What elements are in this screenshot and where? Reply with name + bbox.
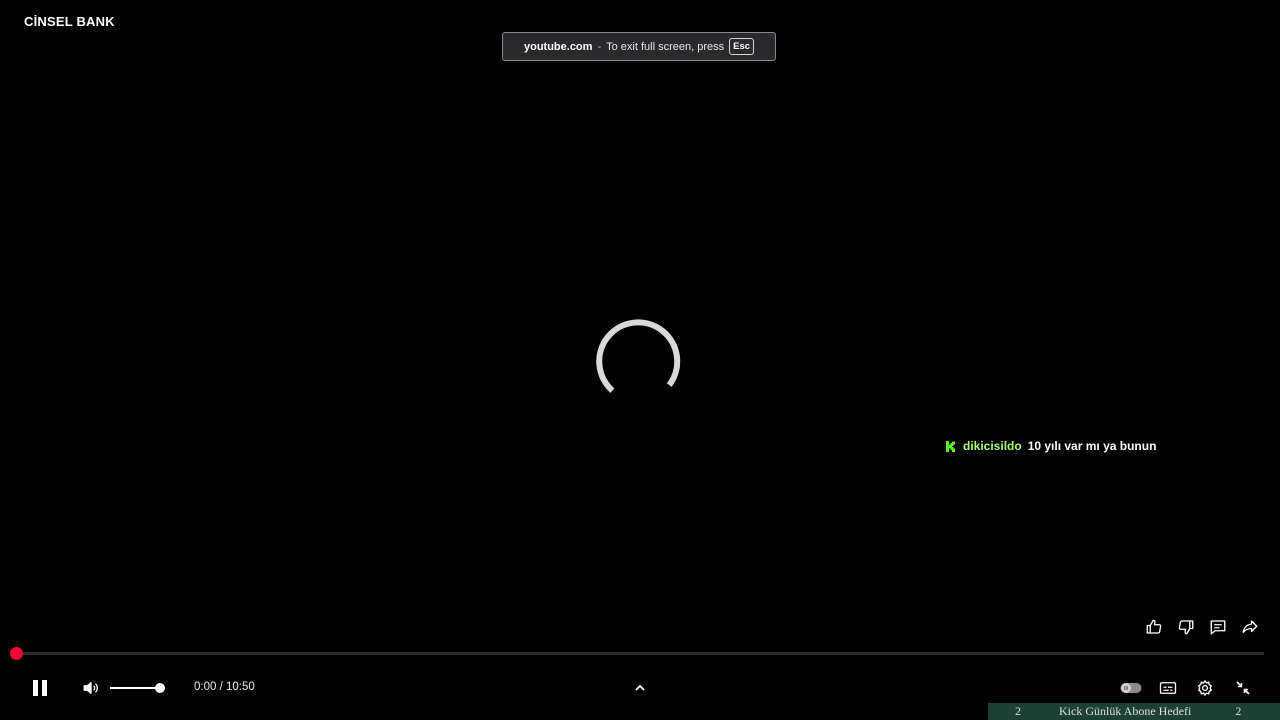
ticker-label: Kick Günlük Abone Hedefi xyxy=(1059,704,1192,718)
chat-username: dikicisildo xyxy=(963,439,1022,453)
mute-button[interactable] xyxy=(79,677,103,699)
share-icon[interactable] xyxy=(1238,616,1262,638)
autoplay-toggle-icon xyxy=(1120,683,1142,693)
chevron-up-icon xyxy=(635,684,645,691)
time-display: 0:00 / 10:50 xyxy=(194,681,255,693)
autoplay-toggle[interactable] xyxy=(1118,679,1144,697)
esc-key-badge: Esc xyxy=(729,38,755,55)
kick-icon xyxy=(946,440,955,452)
dislike-icon[interactable] xyxy=(1174,616,1198,638)
volume-slider[interactable] xyxy=(110,683,165,693)
chat-message-text: 10 yılı var mı ya bunun xyxy=(1027,439,1157,453)
progress-scrubber[interactable] xyxy=(10,647,23,660)
side-actions xyxy=(1142,616,1262,638)
like-icon[interactable] xyxy=(1142,616,1166,638)
chat-overlay-message: dikicisildo 10 yılı var mı ya bunun xyxy=(946,439,1156,453)
ticker-count-right: 2 xyxy=(1235,704,1242,718)
progress-bar[interactable] xyxy=(10,647,1264,660)
subscriber-goal-ticker: 2 Kick Günlük Abone Hedefi 2 xyxy=(988,703,1280,720)
expand-button[interactable] xyxy=(630,678,650,698)
notice-separator: - xyxy=(597,40,602,53)
pause-button[interactable] xyxy=(26,674,54,702)
pause-icon xyxy=(33,680,47,696)
volume-level xyxy=(110,687,160,689)
video-player[interactable]: CİNSEL BANK youtube.com - To exit full s… xyxy=(0,0,1280,720)
channel-title: CİNSEL BANK xyxy=(24,14,115,29)
subtitles-button[interactable] xyxy=(1156,677,1180,699)
volume-icon xyxy=(83,682,98,694)
fullscreen-exit-notice: youtube.com - To exit full screen, press… xyxy=(502,32,776,61)
exit-fullscreen-icon xyxy=(1236,681,1250,695)
exit-fullscreen-button[interactable] xyxy=(1232,677,1254,699)
loading-spinner-icon xyxy=(596,319,681,393)
notice-message: To exit full screen, press xyxy=(606,40,725,53)
comment-icon[interactable] xyxy=(1206,616,1230,638)
settings-icon xyxy=(1197,679,1213,697)
volume-knob[interactable] xyxy=(155,683,165,693)
notice-domain: youtube.com xyxy=(523,40,593,53)
ticker-count-left: 2 xyxy=(1015,704,1021,718)
settings-button[interactable] xyxy=(1194,677,1216,699)
subtitles-icon xyxy=(1159,682,1177,694)
